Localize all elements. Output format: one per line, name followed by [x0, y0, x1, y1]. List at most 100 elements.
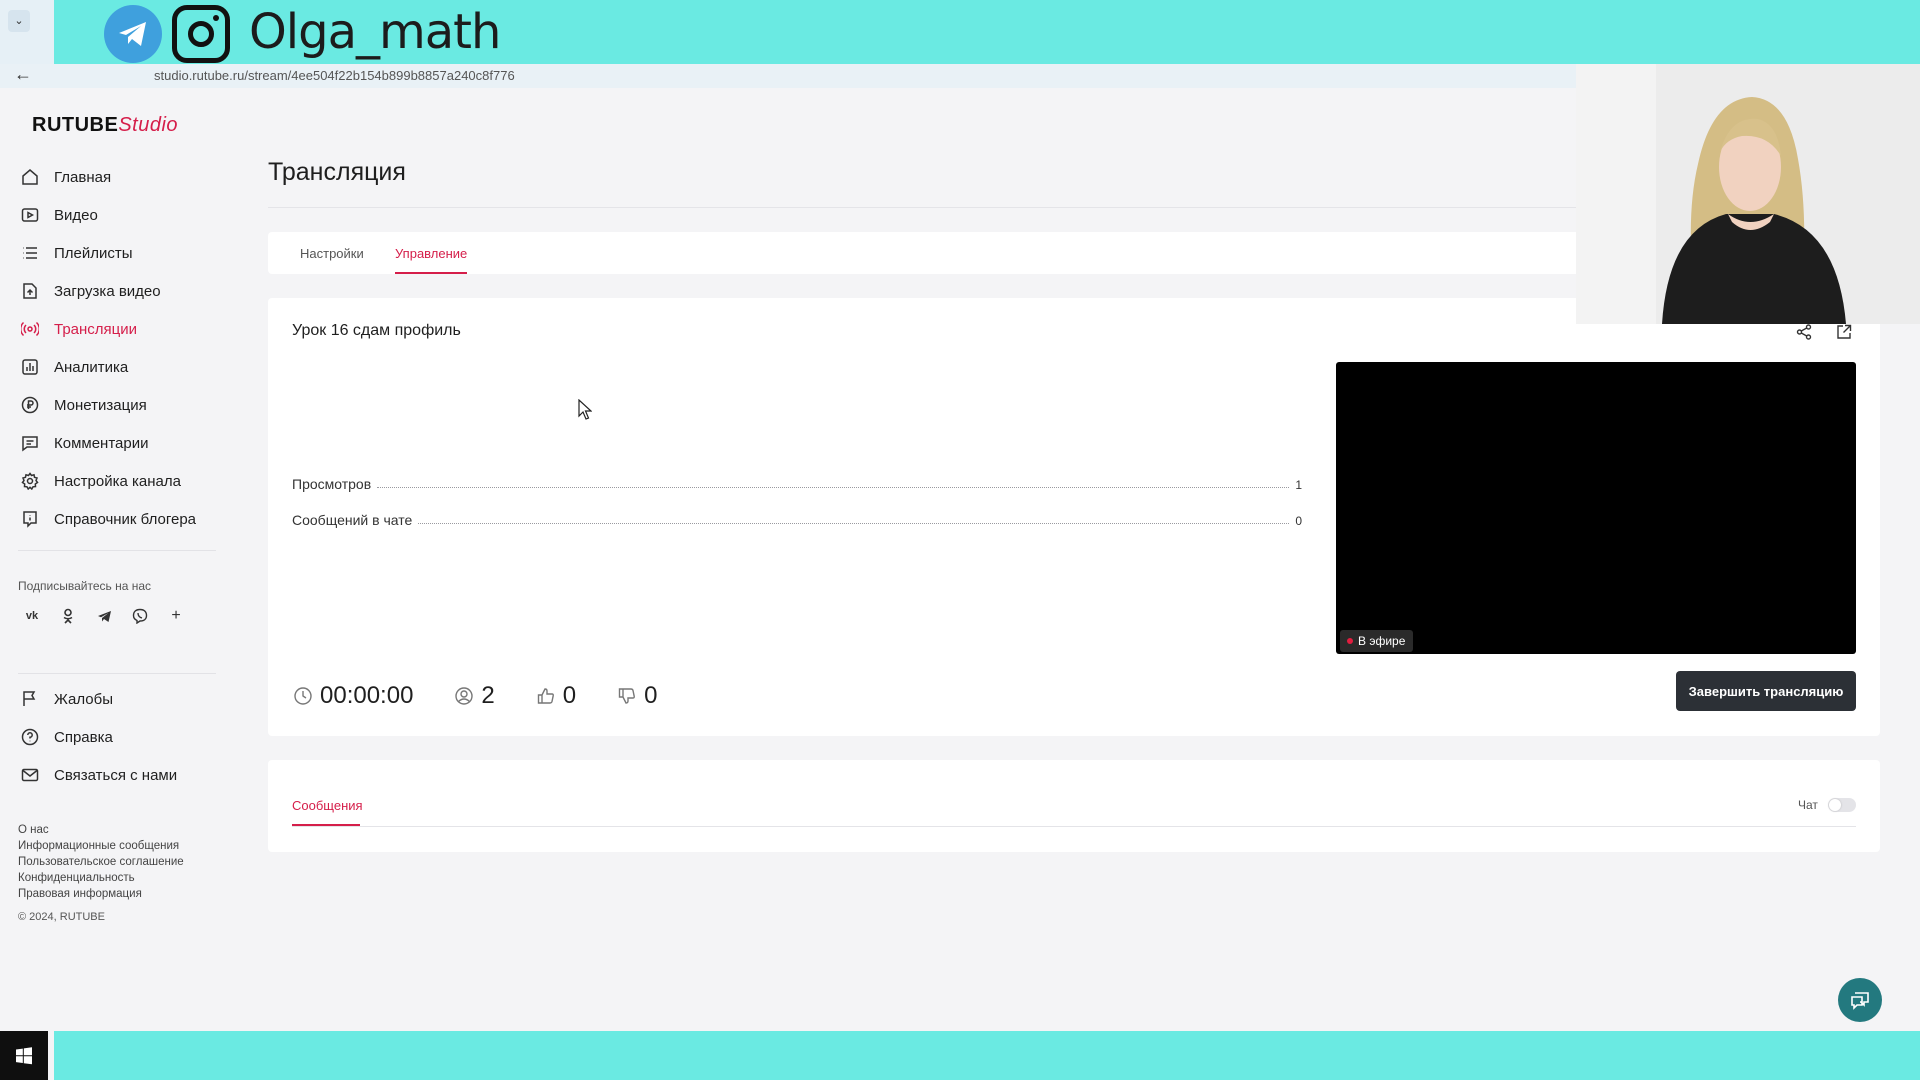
- telegram-icon[interactable]: [90, 602, 118, 630]
- tab-messages[interactable]: Сообщения: [292, 798, 363, 813]
- instagram-logo-icon: [172, 5, 230, 63]
- ruble-icon: [20, 395, 40, 415]
- ok-icon[interactable]: [54, 602, 82, 630]
- stream-card: Урок 16 сдам профиль Просмотров 1 Сообще…: [268, 298, 1880, 736]
- chat-toggle[interactable]: [1828, 798, 1856, 812]
- sidebar-nav: Главная Видео Плейлисты Загрузка видео Т…: [0, 158, 218, 538]
- sidebar-item-label: Жалобы: [54, 690, 113, 708]
- tab-search-button[interactable]: ⌄: [8, 10, 30, 32]
- thumbs-down-icon: [616, 685, 638, 707]
- browser-toolbar: ← studio.rutube.ru/stream/4ee504f22b154b…: [0, 64, 1576, 88]
- sidebar-item-label: Связаться с нами: [54, 766, 178, 784]
- metric-viewers: 2: [453, 682, 495, 710]
- flag-icon: [20, 689, 40, 709]
- active-tab-indicator: [395, 272, 467, 274]
- sidebar-item-complaints[interactable]: Жалобы: [0, 680, 218, 718]
- rutube-studio-logo[interactable]: RUTUBEStudio: [32, 114, 178, 137]
- stat-views: Просмотров 1: [292, 476, 1302, 492]
- sidebar-item-analytics[interactable]: Аналитика: [0, 348, 218, 386]
- viber-icon[interactable]: [126, 602, 154, 630]
- upload-icon: [20, 281, 40, 301]
- plus-icon[interactable]: +: [162, 602, 190, 630]
- sidebar-item-help[interactable]: Справка: [0, 718, 218, 756]
- chat-card: Сообщения Чат: [268, 760, 1880, 852]
- sidebar-item-label: Справка: [54, 728, 113, 746]
- stat-label: Просмотров: [292, 476, 372, 492]
- page-title: Трансляция: [268, 158, 406, 186]
- sidebar-item-contact[interactable]: Связаться с нами: [0, 756, 218, 794]
- list-icon: [20, 243, 40, 263]
- dot-leader: [377, 487, 1290, 488]
- live-dot-icon: [1347, 638, 1353, 644]
- sidebar-item-label: Настройка канала: [54, 472, 181, 490]
- vk-icon[interactable]: vk: [18, 602, 46, 630]
- sidebar-item-home[interactable]: Главная: [0, 158, 218, 196]
- address-bar[interactable]: studio.rutube.ru/stream/4ee504f22b154b89…: [154, 68, 515, 83]
- sidebar-item-label: Видео: [54, 206, 98, 224]
- sidebar-item-channel-settings[interactable]: Настройка канала: [0, 462, 218, 500]
- sidebar-item-upload[interactable]: Загрузка видео: [0, 272, 218, 310]
- sidebar-item-label: Плейлисты: [54, 244, 133, 262]
- mouse-cursor-icon: [578, 398, 593, 426]
- share-icon[interactable]: [1794, 322, 1814, 342]
- footer-link[interactable]: О нас: [18, 822, 184, 838]
- stream-metrics: 00:00:00 2 0 0: [292, 682, 698, 710]
- stat-value: 0: [1295, 514, 1302, 528]
- video-icon: [20, 205, 40, 225]
- sidebar-item-monetization[interactable]: Монетизация: [0, 386, 218, 424]
- footer-link[interactable]: Пользовательское соглашение: [18, 854, 184, 870]
- sidebar-item-comments[interactable]: Комментарии: [0, 424, 218, 462]
- info-icon: [20, 509, 40, 529]
- stat-value: 1: [1295, 478, 1302, 492]
- back-arrow-icon[interactable]: ←: [14, 64, 32, 85]
- stream-preview-player[interactable]: В эфире: [1336, 362, 1856, 654]
- copyright: © 2024, RUTUBE: [18, 911, 105, 923]
- external-link-icon[interactable]: [1834, 322, 1854, 342]
- sidebar-item-label: Справочник блогера: [54, 510, 197, 528]
- windows-start-icon[interactable]: [0, 1031, 48, 1080]
- sidebar-item-label: Комментарии: [54, 434, 149, 452]
- bottom-overlay-banner: [54, 1031, 1920, 1080]
- telegram-logo-icon: [104, 5, 162, 63]
- metric-likes: 0: [535, 682, 576, 710]
- social-links: vk +: [18, 602, 190, 630]
- broadcast-icon: [20, 319, 40, 339]
- viewer-icon: [453, 685, 475, 707]
- mail-icon: [20, 765, 40, 785]
- chat-toggle-label: Чат: [1798, 798, 1818, 812]
- footer-links: О нас Информационные сообщения Пользоват…: [18, 822, 184, 902]
- sidebar-item-label: Трансляции: [54, 320, 138, 338]
- comment-icon: [20, 433, 40, 453]
- sidebar-item-playlists[interactable]: Плейлисты: [0, 234, 218, 272]
- sidebar-item-label: Монетизация: [54, 396, 147, 414]
- tab-management[interactable]: Управление: [395, 246, 467, 261]
- footer-link[interactable]: Информационные сообщения: [18, 838, 184, 854]
- sidebar: RUTUBEStudio Главная Видео Плейлисты Заг…: [0, 88, 218, 1031]
- live-badge: В эфире: [1340, 630, 1414, 652]
- sidebar-item-blogger-guide[interactable]: Справочник блогера: [0, 500, 218, 538]
- stat-chat-messages: Сообщений в чате 0: [292, 512, 1302, 528]
- stat-label: Сообщений в чате: [292, 512, 413, 528]
- webcam-overlay: [1576, 64, 1920, 324]
- metric-dislikes: 0: [616, 682, 658, 710]
- chat-divider: [292, 826, 1856, 827]
- analytics-icon: [20, 357, 40, 377]
- sidebar-item-video[interactable]: Видео: [0, 196, 218, 234]
- end-stream-button[interactable]: Завершить трансляцию: [1676, 671, 1856, 711]
- sidebar-divider: [18, 673, 216, 674]
- sidebar-item-broadcasts[interactable]: Трансляции: [0, 310, 218, 348]
- stream-title: Урок 16 сдам профиль: [292, 322, 461, 339]
- metric-duration: 00:00:00: [292, 682, 413, 710]
- footer-link[interactable]: Правовая информация: [18, 886, 184, 902]
- sidebar-divider: [18, 550, 216, 551]
- footer-link[interactable]: Конфиденциальность: [18, 870, 184, 886]
- gear-icon: [20, 471, 40, 491]
- clock-icon: [292, 685, 314, 707]
- sidebar-item-label: Главная: [54, 168, 112, 186]
- tab-settings[interactable]: Настройки: [300, 246, 364, 261]
- home-icon: [20, 167, 40, 187]
- thumbs-up-icon: [535, 685, 557, 707]
- overlay-handle: Olga_math: [249, 4, 501, 60]
- support-chat-button[interactable]: [1838, 978, 1882, 1022]
- social-overlay-banner: Olga_math: [54, 0, 1920, 64]
